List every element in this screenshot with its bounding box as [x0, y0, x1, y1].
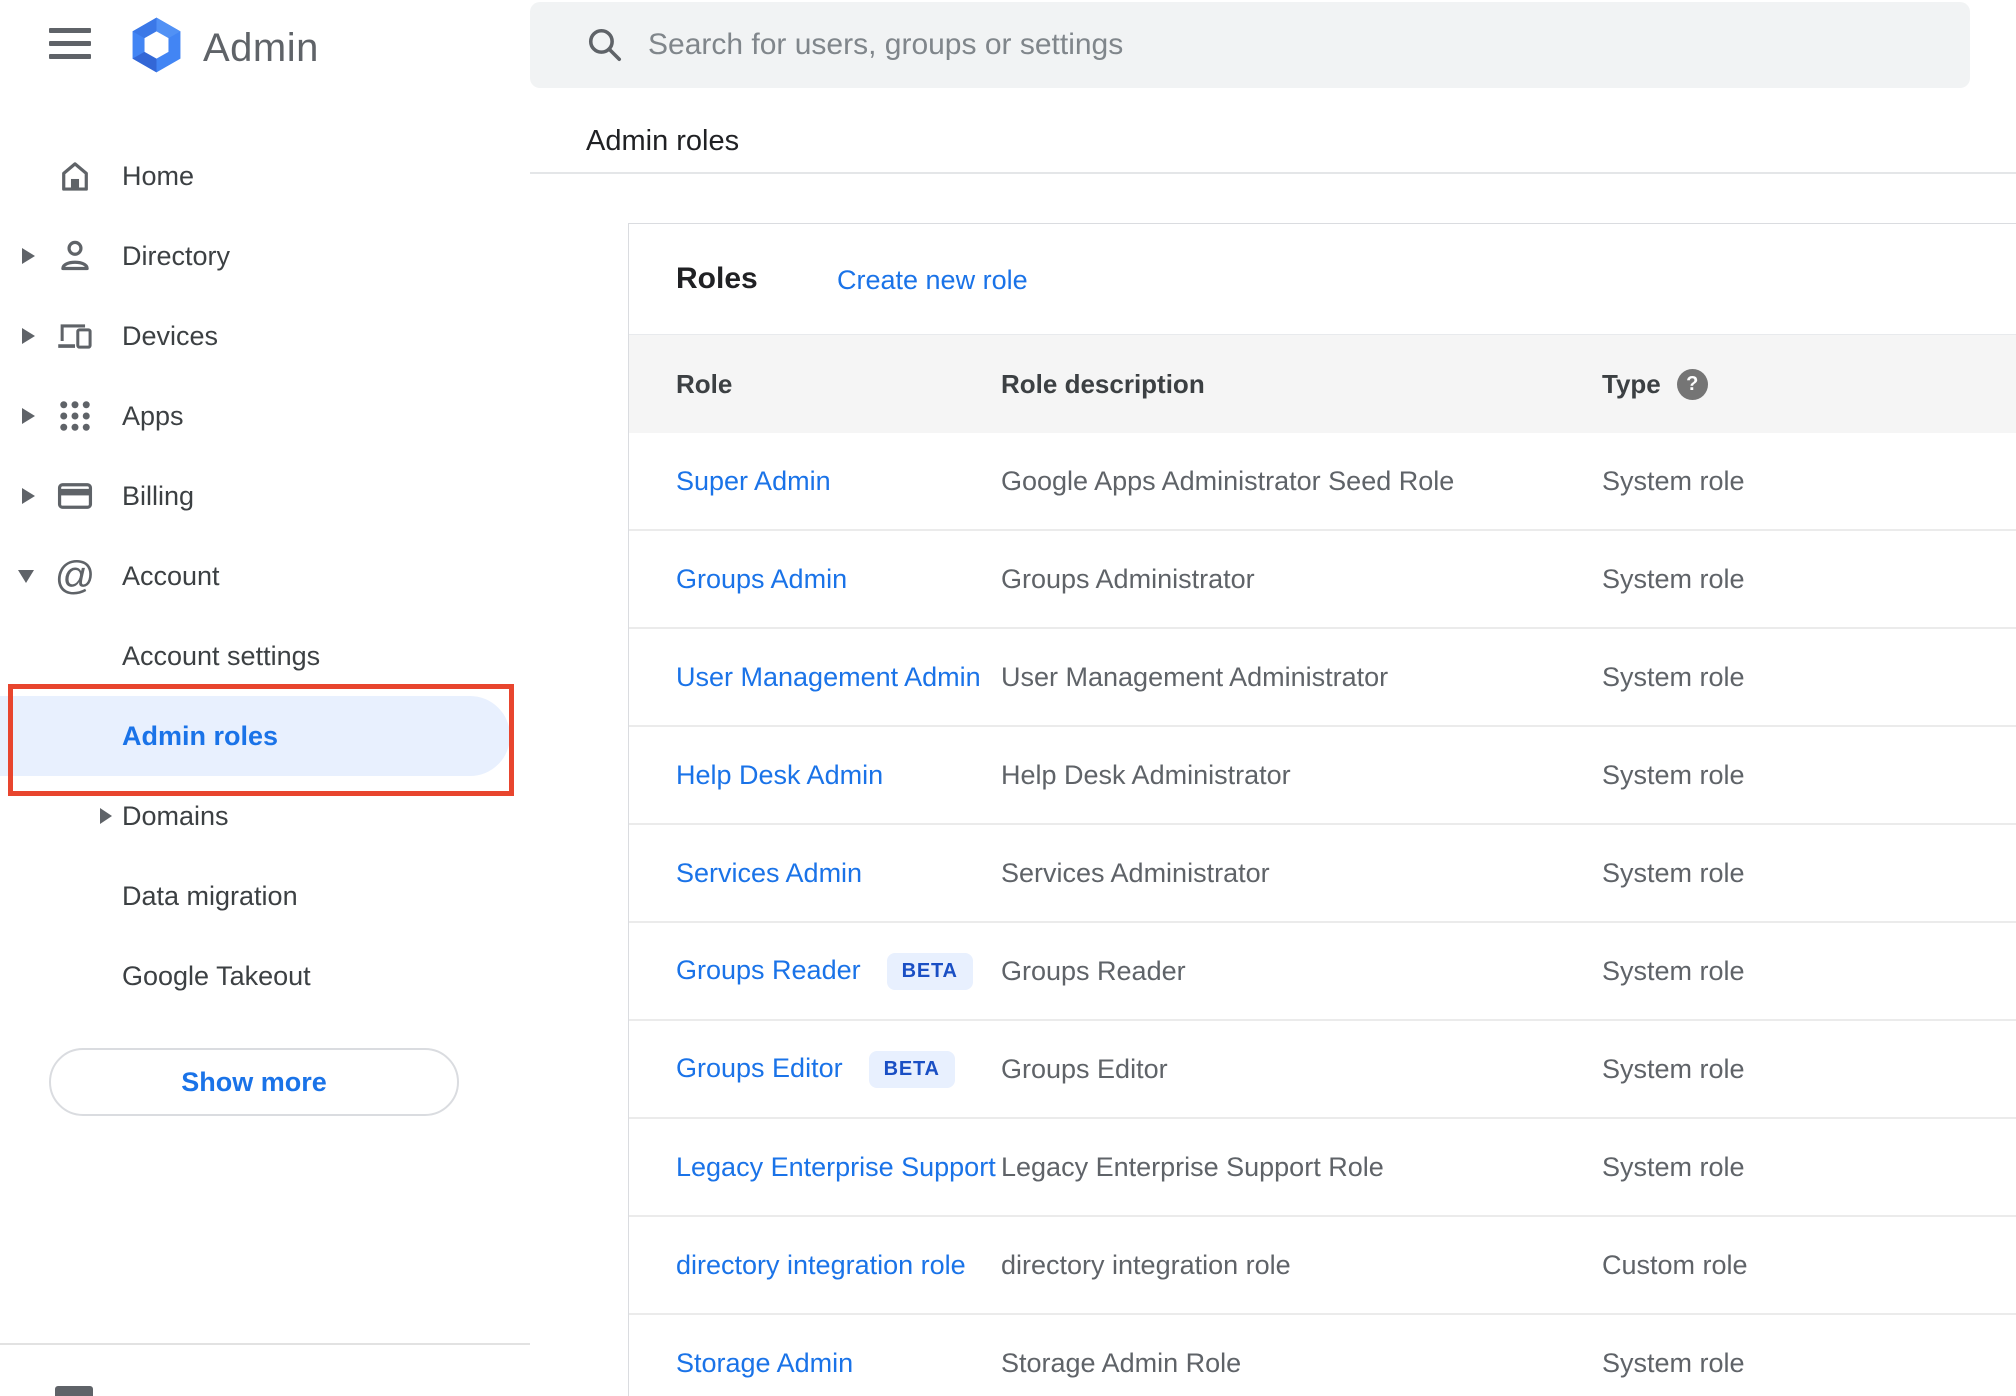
role-type-cell: System role	[1602, 466, 2016, 497]
role-type-cell: System role	[1602, 1152, 2016, 1183]
devices-icon	[56, 317, 94, 355]
sidebar-item-label: Google Takeout	[122, 961, 311, 992]
beta-badge: BETA	[887, 953, 973, 990]
google-admin-logo-icon	[128, 16, 185, 74]
table-row: User Management Admin User Management Adm…	[629, 629, 2016, 727]
table-row: Help Desk Admin Help Desk AdministratorSy…	[629, 727, 2016, 825]
menu-hamburger-icon[interactable]	[49, 28, 91, 59]
google-admin-console: Admin Admin roles Home Directory Devices Ap…	[0, 0, 2016, 1396]
sidebar-item-label: Billing	[122, 481, 194, 512]
table-row: Legacy Enterprise SupportLegacy Enterpri…	[629, 1119, 2016, 1217]
column-header-type: Type	[1602, 369, 1661, 400]
sidebar-item-directory[interactable]: Directory	[0, 216, 510, 296]
sidebar-item-domains[interactable]: Domains	[0, 776, 510, 856]
person-icon	[56, 237, 94, 275]
table-body: Super Admin Google Apps Administrator See…	[629, 433, 2016, 1396]
chevron-down-icon	[18, 570, 34, 583]
sidebar-divider	[0, 1343, 530, 1345]
role-type-cell: System role	[1602, 760, 2016, 791]
sidebar-item-label: Apps	[122, 401, 184, 432]
role-link[interactable]: Groups Reader	[676, 955, 861, 985]
role-description-cell: Groups Administrator	[1001, 564, 1602, 595]
column-header-role-description: Role description	[1001, 369, 1602, 400]
sidebar-item-label: Data migration	[122, 881, 298, 912]
apps-grid-icon	[56, 397, 94, 435]
role-link[interactable]: Groups Admin	[676, 564, 847, 594]
role-link[interactable]: Super Admin	[676, 466, 831, 496]
role-description-cell: Legacy Enterprise Support Role	[1001, 1152, 1602, 1183]
role-description-cell: Groups Editor	[1001, 1054, 1602, 1085]
table-header-row: Role Role description Type ?	[629, 334, 2016, 433]
sidebar-item-billing[interactable]: Billing	[0, 456, 510, 536]
roles-card-header: Roles Create new role	[629, 224, 2016, 334]
role-type-cell: Custom role	[1602, 1250, 2016, 1281]
table-row: Services Admin Services AdministratorSyst…	[629, 825, 2016, 923]
role-link[interactable]: Help Desk Admin	[676, 760, 883, 790]
role-description-cell: Services Administrator	[1001, 858, 1602, 889]
sidebar-item-label: Domains	[122, 801, 229, 832]
roles-card: Roles Create new role Role Role descript…	[628, 223, 2016, 1396]
sidebar-item-home[interactable]: Home	[0, 136, 510, 216]
show-more-button[interactable]: Show more	[49, 1048, 459, 1116]
sidebar-item-admin-roles[interactable]: Admin roles	[0, 696, 510, 776]
breadcrumb-divider	[530, 172, 2016, 174]
chevron-right-icon	[22, 488, 35, 504]
sidebar-item-label: Account settings	[122, 641, 320, 672]
table-row: Groups Admin Groups AdministratorSystem r…	[629, 531, 2016, 629]
sidebar-item-data-migration[interactable]: Data migration	[0, 856, 510, 936]
sidebar-item-label: Devices	[122, 321, 218, 352]
search-input[interactable]	[648, 2, 1928, 88]
create-new-role-link[interactable]: Create new role	[837, 265, 1028, 296]
chevron-right-icon	[100, 808, 112, 824]
role-type-cell: System role	[1602, 858, 2016, 889]
role-link[interactable]: directory integration role	[676, 1250, 966, 1280]
sidebar-item-label: Directory	[122, 241, 230, 272]
role-description-cell: Help Desk Administrator	[1001, 760, 1602, 791]
table-row: directory integration role directory inte…	[629, 1217, 2016, 1315]
role-description-cell: Storage Admin Role	[1001, 1348, 1602, 1379]
sidebar-item-google-takeout[interactable]: Google Takeout	[0, 936, 510, 1016]
role-type-cell: System role	[1602, 956, 2016, 987]
role-link[interactable]: Services Admin	[676, 858, 862, 888]
section-title: Roles	[676, 262, 758, 296]
table-row: Storage Admin Storage Admin RoleSystem ro…	[629, 1315, 2016, 1396]
role-type-cell: System role	[1602, 1054, 2016, 1085]
app-title: Admin	[203, 26, 319, 71]
role-description-cell: Groups Reader	[1001, 956, 1602, 987]
role-link[interactable]: Legacy Enterprise Support	[676, 1152, 996, 1182]
sidebar-item-account-settings[interactable]: Account settings	[0, 616, 510, 696]
sidebar-item-account[interactable]: @ Account	[0, 536, 510, 616]
clipped-sidebar-icon	[55, 1386, 93, 1396]
sidebar-item-label: Home	[122, 161, 194, 192]
beta-badge: BETA	[869, 1051, 955, 1088]
role-link[interactable]: Groups Editor	[676, 1053, 843, 1083]
chevron-right-icon	[22, 408, 35, 424]
role-type-cell: System role	[1602, 662, 2016, 693]
search-bar	[530, 2, 1970, 88]
role-type-cell: System role	[1602, 1348, 2016, 1379]
role-type-cell: System role	[1602, 564, 2016, 595]
sidebar-item-label: Admin roles	[122, 721, 278, 752]
sidebar-item-label: Account	[122, 561, 220, 592]
chevron-right-icon	[22, 248, 35, 264]
table-row: Groups EditorBETAGroups EditorSystem rol…	[629, 1021, 2016, 1119]
table-row: Super Admin Google Apps Administrator See…	[629, 433, 2016, 531]
sidebar-item-devices[interactable]: Devices	[0, 296, 510, 376]
search-icon	[586, 26, 624, 64]
at-icon: @	[56, 557, 94, 595]
role-description-cell: Google Apps Administrator Seed Role	[1001, 466, 1602, 497]
credit-card-icon	[56, 477, 94, 515]
role-description-cell: directory integration role	[1001, 1250, 1602, 1281]
breadcrumb[interactable]: Admin roles	[586, 125, 739, 158]
role-link[interactable]: Storage Admin	[676, 1348, 853, 1378]
role-description-cell: User Management Administrator	[1001, 662, 1602, 693]
column-header-role: Role	[629, 369, 1001, 400]
home-icon	[56, 157, 94, 195]
sidebar-item-apps[interactable]: Apps	[0, 376, 510, 456]
help-icon[interactable]: ?	[1677, 369, 1708, 400]
table-row: Groups ReaderBETAGroups ReaderSystem rol…	[629, 923, 2016, 1021]
role-link[interactable]: User Management Admin	[676, 662, 981, 692]
chevron-right-icon	[22, 328, 35, 344]
